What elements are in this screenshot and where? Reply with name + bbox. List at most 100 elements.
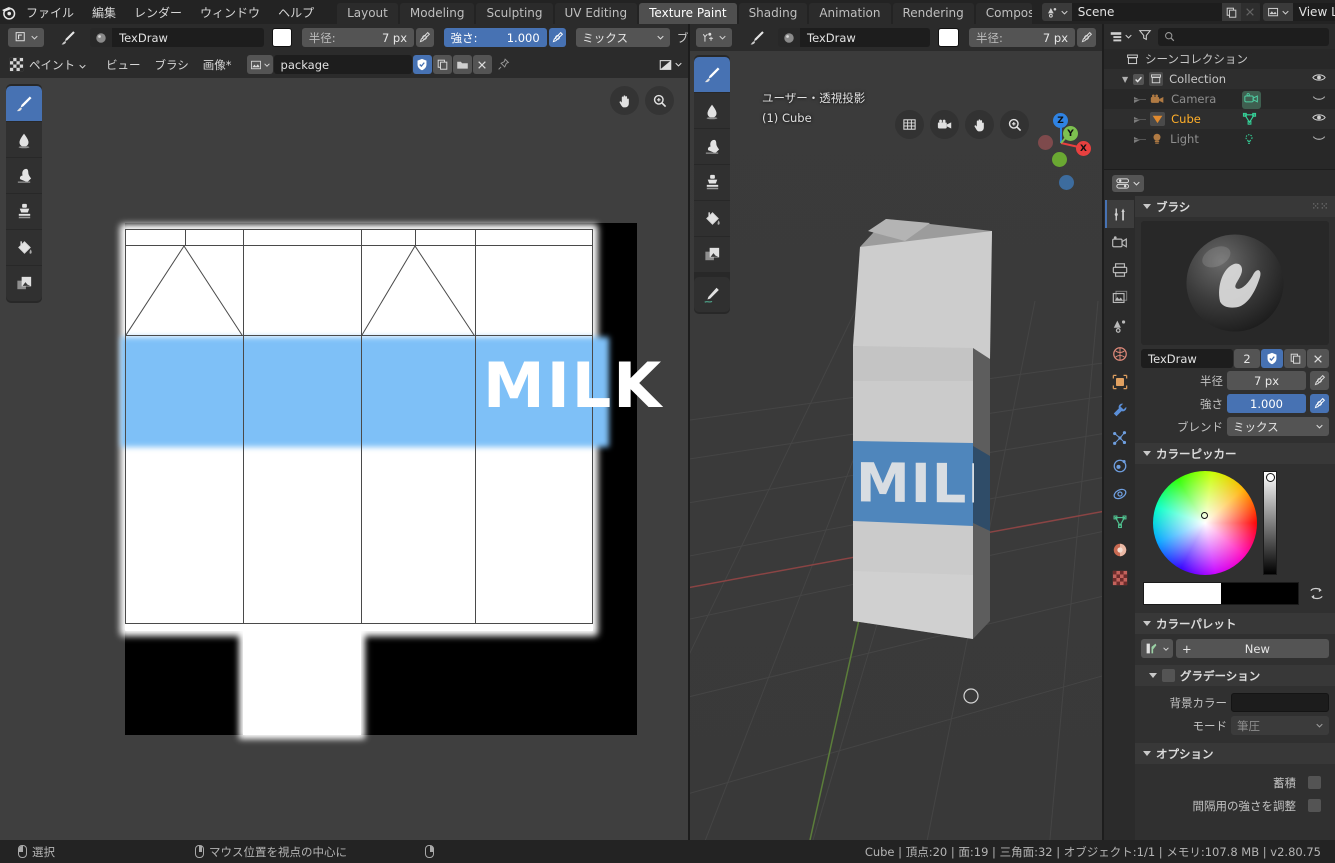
gizmo-axis-neg-y[interactable]	[1052, 152, 1067, 167]
duplicate-icon[interactable]	[1284, 349, 1306, 368]
folder-icon[interactable]	[452, 55, 472, 74]
disclosure-down-icon[interactable]: ▼	[1122, 75, 1128, 84]
navigation-gizmo[interactable]: Z Y X	[1026, 103, 1096, 190]
x-icon[interactable]	[472, 55, 492, 74]
options-panel-header[interactable]: オプション	[1135, 743, 1335, 764]
outliner-item-camera[interactable]: ▶ Camera	[1104, 89, 1335, 109]
gizmo-axis-x[interactable]: X	[1076, 141, 1091, 156]
tab-rendering[interactable]: Rendering	[892, 3, 974, 24]
filter-icon[interactable]	[1138, 28, 1152, 45]
blend-dropdown[interactable]: ミックス	[1227, 417, 1329, 436]
brush-users-count[interactable]: 2	[1234, 349, 1260, 368]
camera-data-icon[interactable]	[1242, 91, 1261, 109]
shield-icon[interactable]	[1261, 349, 1283, 368]
gizmo-axis-z[interactable]: Z	[1053, 113, 1068, 128]
strength-pressure-icon[interactable]	[548, 28, 567, 47]
properties-editor-icon[interactable]	[1112, 174, 1144, 192]
pan-view-button[interactable]	[610, 86, 639, 115]
brush-color-swatch[interactable]	[938, 28, 959, 47]
image-editor-type-icon[interactable]	[9, 57, 24, 72]
brush-name[interactable]: TexDraw	[800, 28, 930, 47]
display-channels-icon[interactable]	[658, 58, 682, 72]
menu-file[interactable]: ファイル	[17, 2, 83, 23]
clone-tool[interactable]	[694, 165, 730, 200]
gizmo-axis-neg-z[interactable]	[1059, 175, 1074, 190]
spacing-strength-checkbox[interactable]	[1308, 799, 1321, 812]
pressure-icon[interactable]	[1310, 394, 1329, 413]
image-browse-icon[interactable]	[246, 55, 273, 74]
color-wheel-cursor[interactable]	[1201, 512, 1208, 519]
clone-tool[interactable]	[6, 194, 42, 229]
disclosure-down-icon[interactable]	[1143, 204, 1151, 209]
menu-help[interactable]: ヘルプ	[269, 2, 323, 23]
uv-texture-image[interactable]: MILK	[121, 223, 661, 735]
new-palette-button[interactable]: + New	[1176, 639, 1329, 658]
brush-panel-header[interactable]: ブラシ ⁙⁙	[1135, 196, 1335, 217]
tab-modeling[interactable]: Modeling	[399, 3, 475, 24]
view-layer-datablock[interactable]: View Layer	[1262, 3, 1335, 21]
pressure-icon[interactable]	[1310, 371, 1329, 390]
zoom-view-button[interactable]	[1000, 110, 1029, 139]
outliner-icon[interactable]	[1109, 30, 1132, 44]
menu-edit[interactable]: 編集	[83, 2, 125, 23]
tab-constraints[interactable]	[1105, 480, 1134, 508]
shield-icon[interactable]	[412, 55, 432, 74]
tab-view-layer[interactable]	[1105, 284, 1134, 312]
gradation-enable-checkbox[interactable]	[1162, 669, 1175, 682]
brush-name[interactable]: TexDraw	[112, 28, 265, 47]
zoom-view-button[interactable]	[645, 86, 674, 115]
brush-tool[interactable]	[694, 57, 730, 92]
bgcolor-swatch[interactable]	[1231, 693, 1329, 712]
disclosure-down-icon[interactable]	[1143, 621, 1151, 626]
image-menu-image[interactable]: 画像*	[196, 55, 239, 74]
blender-logo-icon[interactable]	[0, 0, 17, 24]
tab-uv-editing[interactable]: UV Editing	[554, 3, 638, 24]
tab-particles[interactable]	[1105, 424, 1134, 452]
strength-slider[interactable]: 1.000	[1227, 394, 1306, 413]
brush-tool[interactable]	[6, 86, 42, 121]
tab-shading[interactable]: Shading	[738, 3, 808, 24]
fill-tool[interactable]	[694, 201, 730, 236]
brush-radius-slider[interactable]: 半径: 7 px	[969, 28, 1075, 47]
primary-color-swatch[interactable]	[1144, 583, 1221, 604]
tab-material[interactable]	[1105, 536, 1134, 564]
eye-open-icon[interactable]	[1312, 72, 1326, 86]
scene-unlink-button[interactable]	[1240, 3, 1260, 21]
eye-closed-icon[interactable]	[1312, 92, 1326, 106]
eye-closed-icon[interactable]	[1312, 132, 1326, 146]
fill-tool[interactable]	[6, 230, 42, 265]
outliner-item-collection[interactable]: ▼ Collection	[1104, 69, 1335, 89]
color-picker-panel-header[interactable]: カラーピッカー	[1135, 443, 1335, 464]
tab-animation[interactable]: Animation	[809, 3, 891, 24]
tab-tool[interactable]	[1105, 200, 1134, 228]
swap-colors-icon[interactable]	[1305, 585, 1327, 602]
mode-dropdown[interactable]: 筆圧	[1231, 716, 1329, 735]
scene-icon[interactable]	[1041, 3, 1072, 21]
eye-open-icon[interactable]	[1312, 112, 1326, 126]
pan-view-button[interactable]	[965, 110, 994, 139]
tab-scene[interactable]	[1105, 312, 1134, 340]
tab-texture[interactable]	[1105, 564, 1134, 592]
image-name-field[interactable]: package	[273, 55, 412, 74]
viewport-mode-selector[interactable]	[696, 28, 732, 47]
toggle-grid-button[interactable]	[895, 110, 924, 139]
collection-checkbox[interactable]	[1133, 73, 1145, 85]
color-palette-panel-header[interactable]: カラーパレット	[1135, 613, 1335, 634]
color-wheel[interactable]	[1153, 471, 1257, 575]
smear-tool[interactable]	[6, 158, 42, 193]
radius-pressure-icon[interactable]	[1077, 28, 1096, 47]
image-editor-mode-selector[interactable]	[8, 28, 44, 47]
value-slider-handle[interactable]	[1266, 473, 1275, 482]
tab-object-data[interactable]	[1105, 508, 1134, 536]
radius-slider[interactable]: 7 px	[1227, 371, 1306, 390]
brush-blend-dropdown[interactable]: ミックス	[576, 28, 670, 47]
x-icon[interactable]	[1307, 349, 1329, 368]
scene-name[interactable]: Scene	[1071, 3, 1222, 21]
camera-view-button[interactable]	[930, 110, 959, 139]
gizmo-axis-y[interactable]: Y	[1063, 126, 1078, 141]
disclosure-down-icon[interactable]	[1149, 673, 1157, 678]
image-menu-view[interactable]: ビュー	[99, 55, 148, 74]
soften-tool[interactable]	[6, 122, 42, 157]
light-data-icon[interactable]	[1242, 132, 1256, 149]
mask-tool[interactable]	[6, 266, 42, 301]
